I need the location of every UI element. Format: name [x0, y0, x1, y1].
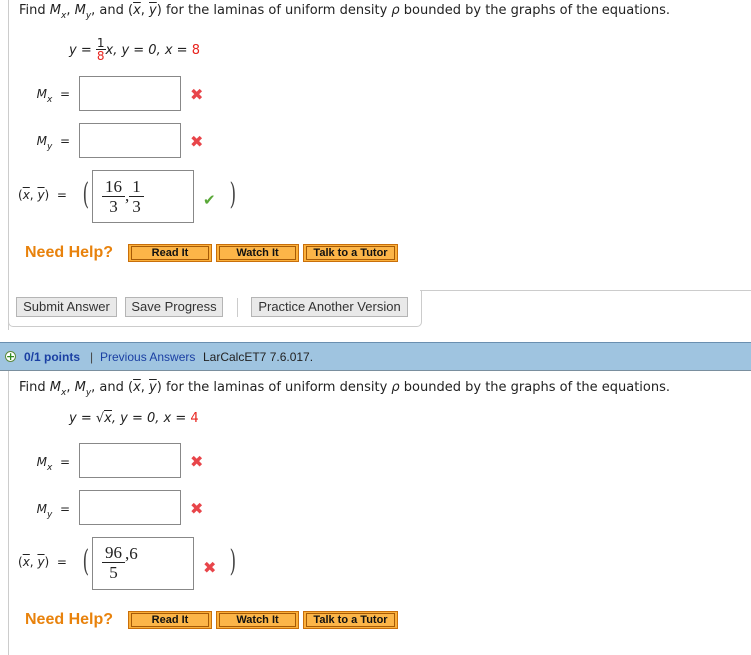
talk-to-tutor-button[interactable]: Talk to a Tutor	[303, 611, 398, 629]
points-label: 0/1 points	[24, 350, 81, 364]
incorrect-icon: ✖	[190, 452, 204, 471]
incorrect-icon: ✖	[190, 132, 204, 151]
incorrect-icon: ✖	[190, 499, 204, 518]
centroid-label: (x, y) =	[18, 555, 67, 569]
read-it-button[interactable]: Read It	[128, 611, 212, 629]
incorrect-icon: ✖	[190, 85, 204, 104]
save-progress-button[interactable]: Save Progress	[125, 297, 223, 317]
mx-input[interactable]	[79, 76, 181, 111]
sqrt-symbol: √	[95, 411, 105, 426]
watch-it-button[interactable]: Watch It	[216, 244, 299, 262]
close-paren: )	[229, 177, 237, 212]
action-divider	[237, 298, 238, 317]
question2-equation: y = √x, y = 0, x = 4	[69, 410, 199, 426]
close-paren: )	[229, 544, 237, 579]
question1-equation: y = 1 8 x, y = 0, x = 8	[69, 36, 200, 63]
practice-another-version-button[interactable]: Practice Another Version	[251, 297, 408, 317]
question2-prompt: Find Mx, My, and (x, y) for the laminas …	[19, 380, 671, 398]
question2-header: + 0/1 points | Previous Answers LarCalcE…	[0, 342, 751, 371]
mx-label: Mx =	[36, 455, 70, 473]
read-it-button[interactable]: Read It	[128, 244, 212, 262]
open-paren: (	[82, 177, 90, 212]
centroid-input[interactable]: 16 3, 1 3	[92, 170, 194, 223]
submit-answer-button[interactable]: Submit Answer	[16, 297, 117, 317]
question1-left-border	[8, 0, 9, 330]
my-input[interactable]	[79, 490, 181, 525]
talk-to-tutor-button[interactable]: Talk to a Tutor	[303, 244, 398, 262]
question2-left-border	[8, 371, 9, 655]
header-separator: |	[90, 350, 94, 364]
panel-top-edge	[420, 290, 751, 291]
expand-plus-icon[interactable]: +	[5, 351, 16, 362]
source-label: LarCalcET7 7.6.017.	[203, 350, 314, 364]
question1-prompt: Find Mx, My, and (x, y) for the laminas …	[19, 3, 671, 21]
centroid-label: (x, y) =	[18, 188, 67, 202]
mx-input[interactable]	[79, 443, 181, 478]
correct-icon: ✔	[203, 191, 216, 209]
my-input[interactable]	[79, 123, 181, 158]
my-label: My =	[36, 134, 70, 152]
watch-it-button[interactable]: Watch It	[216, 611, 299, 629]
mx-label: Mx =	[36, 87, 70, 105]
my-label: My =	[36, 502, 70, 520]
fraction-one-eighth: 18	[95, 36, 106, 63]
centroid-input[interactable]: 96 5,6	[92, 537, 194, 590]
need-help-label: Need Help?	[25, 244, 114, 261]
open-paren: (	[82, 544, 90, 579]
need-help-label: Need Help?	[25, 611, 114, 628]
previous-answers-link[interactable]: Previous Answers	[100, 350, 195, 364]
incorrect-icon: ✖	[203, 558, 217, 577]
